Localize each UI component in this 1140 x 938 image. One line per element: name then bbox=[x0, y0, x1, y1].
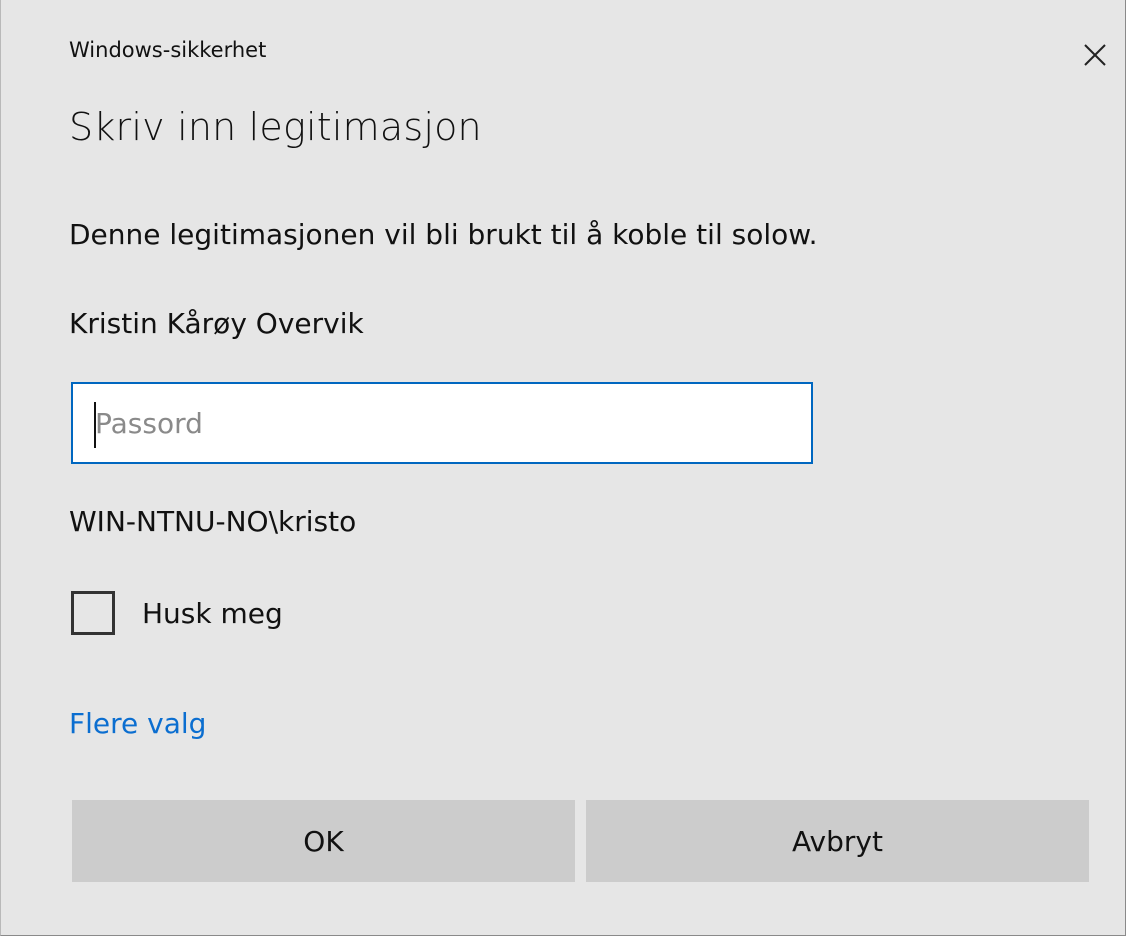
close-icon bbox=[1084, 44, 1106, 66]
password-input[interactable] bbox=[71, 382, 813, 464]
cancel-button[interactable]: Avbryt bbox=[586, 800, 1089, 882]
credentials-dialog: Windows-sikkerhet Skriv inn legitimasjon… bbox=[0, 0, 1126, 936]
domain-user-label: WIN-NTNU-NO\kristo bbox=[69, 505, 357, 538]
dialog-description: Denne legitimasjonen vil bli brukt til å… bbox=[69, 218, 818, 251]
dialog-heading: Skriv inn legitimasjon bbox=[69, 105, 482, 149]
window-title: Windows-sikkerhet bbox=[69, 38, 267, 62]
more-options-link[interactable]: Flere valg bbox=[69, 707, 206, 740]
username-label: Kristin Kårøy Overvik bbox=[69, 307, 364, 340]
remember-me-label: Husk meg bbox=[142, 596, 283, 630]
remember-me-checkbox[interactable]: Husk meg bbox=[71, 586, 283, 640]
checkbox-box[interactable] bbox=[71, 591, 115, 635]
ok-button[interactable]: OK bbox=[72, 800, 575, 882]
close-button[interactable] bbox=[1073, 33, 1117, 77]
text-caret bbox=[94, 402, 96, 448]
